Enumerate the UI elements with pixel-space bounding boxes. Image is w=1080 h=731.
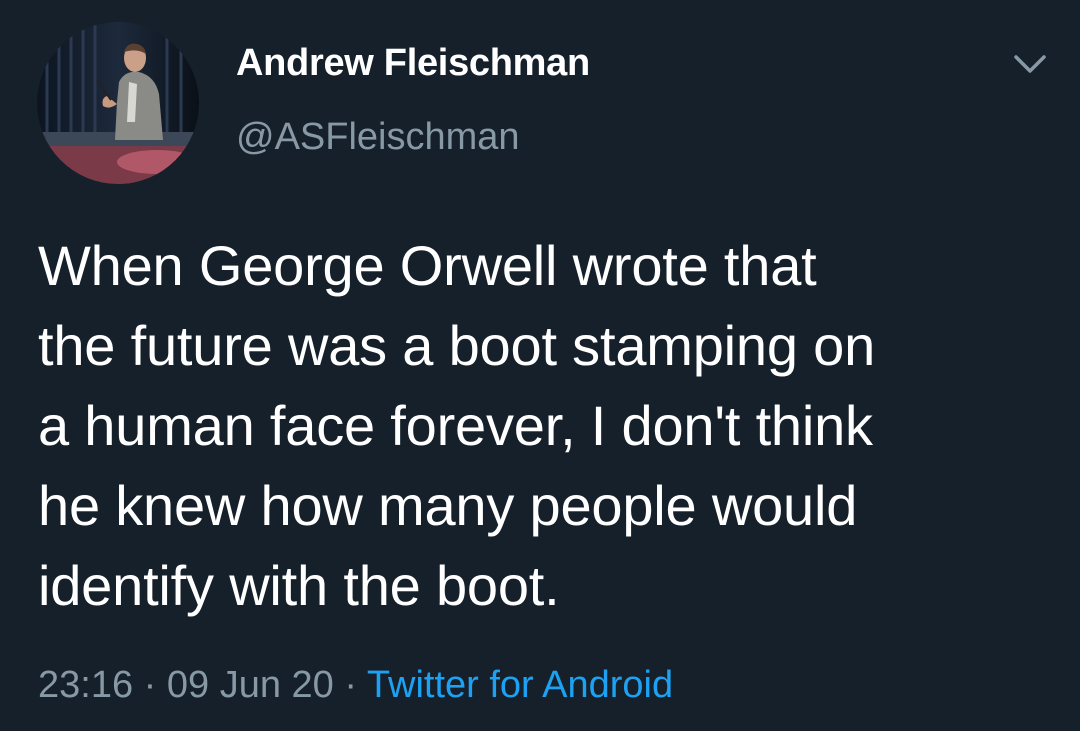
tweet-text-line: identify with the boot. <box>38 554 560 617</box>
avatar[interactable] <box>37 22 199 184</box>
tweet-card: Andrew Fleischman @ASFleischman When Geo… <box>0 0 1080 731</box>
avatar-photo <box>37 22 199 184</box>
tweet-text-line: When George Orwell wrote that <box>38 234 817 297</box>
meta-separator: · <box>344 664 358 706</box>
author-display-name[interactable]: Andrew Fleischman <box>236 42 590 85</box>
tweet-text: When George Orwell wrote that the future… <box>38 226 1058 626</box>
tweet-text-line: a human face forever, I don't think <box>38 394 873 457</box>
tweet-time[interactable]: 23:16 <box>38 664 133 706</box>
tweet-text-line: the future was a boot stamping on <box>38 314 876 377</box>
author-handle[interactable]: @ASFleischman <box>236 116 520 159</box>
tweet-source-link[interactable]: Twitter for Android <box>367 664 673 706</box>
chevron-down-icon[interactable] <box>1008 48 1052 82</box>
tweet-text-line: he knew how many people would <box>38 474 858 537</box>
meta-separator: · <box>143 664 157 706</box>
tweet-date[interactable]: 09 Jun 20 <box>167 664 334 706</box>
tweet-meta: 23:16 · 09 Jun 20 · Twitter for Android <box>38 664 673 707</box>
